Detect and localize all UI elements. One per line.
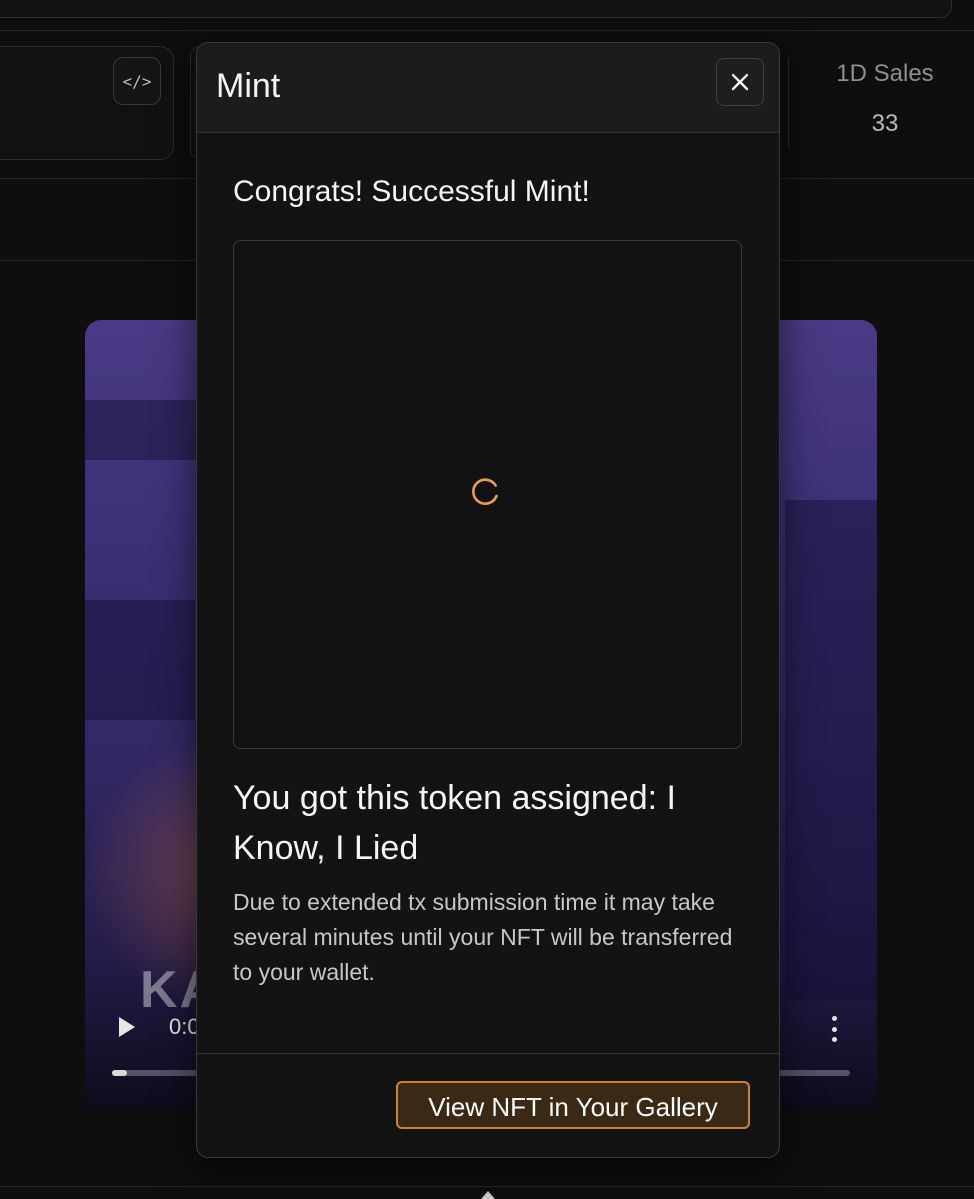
close-icon bbox=[731, 73, 749, 91]
modal-title: Mint bbox=[216, 67, 281, 105]
divider bbox=[0, 30, 974, 31]
mint-modal: Mint Congrats! Successful Mint! You got … bbox=[196, 42, 780, 1158]
artwork-shape bbox=[785, 500, 877, 1000]
play-icon[interactable] bbox=[119, 1017, 135, 1037]
background-top-field bbox=[0, 0, 952, 18]
close-button[interactable] bbox=[716, 58, 764, 106]
page: </> 1D Sales 33 KA 0:0 Mint Congrats! Su… bbox=[0, 0, 974, 1199]
view-in-gallery-button[interactable]: View NFT in Your Gallery bbox=[396, 1081, 750, 1129]
assigned-token-text: You got this token assigned: I Know, I L… bbox=[233, 779, 676, 867]
transfer-note: Due to extended tx submission time it ma… bbox=[233, 889, 733, 985]
artwork-shape bbox=[85, 600, 195, 720]
divider bbox=[788, 58, 789, 148]
sales-1d-label: 1D Sales bbox=[836, 60, 934, 87]
divider bbox=[0, 1186, 974, 1187]
nft-preview bbox=[233, 240, 742, 749]
video-progress-fill bbox=[112, 1070, 127, 1076]
success-heading: Congrats! Successful Mint! bbox=[233, 175, 590, 208]
loading-spinner-icon bbox=[472, 478, 498, 505]
artwork-shape bbox=[85, 400, 205, 460]
embed-code-button[interactable]: </> bbox=[113, 57, 161, 105]
chevron-up-icon[interactable] bbox=[481, 1191, 495, 1199]
modal-footer: View NFT in Your Gallery bbox=[197, 1053, 779, 1157]
modal-header: Mint bbox=[197, 43, 779, 133]
code-icon: </> bbox=[122, 71, 152, 91]
more-options-icon[interactable] bbox=[831, 1016, 837, 1042]
video-time: 0:0 bbox=[169, 1014, 200, 1039]
sales-1d-value: 33 bbox=[871, 110, 899, 137]
